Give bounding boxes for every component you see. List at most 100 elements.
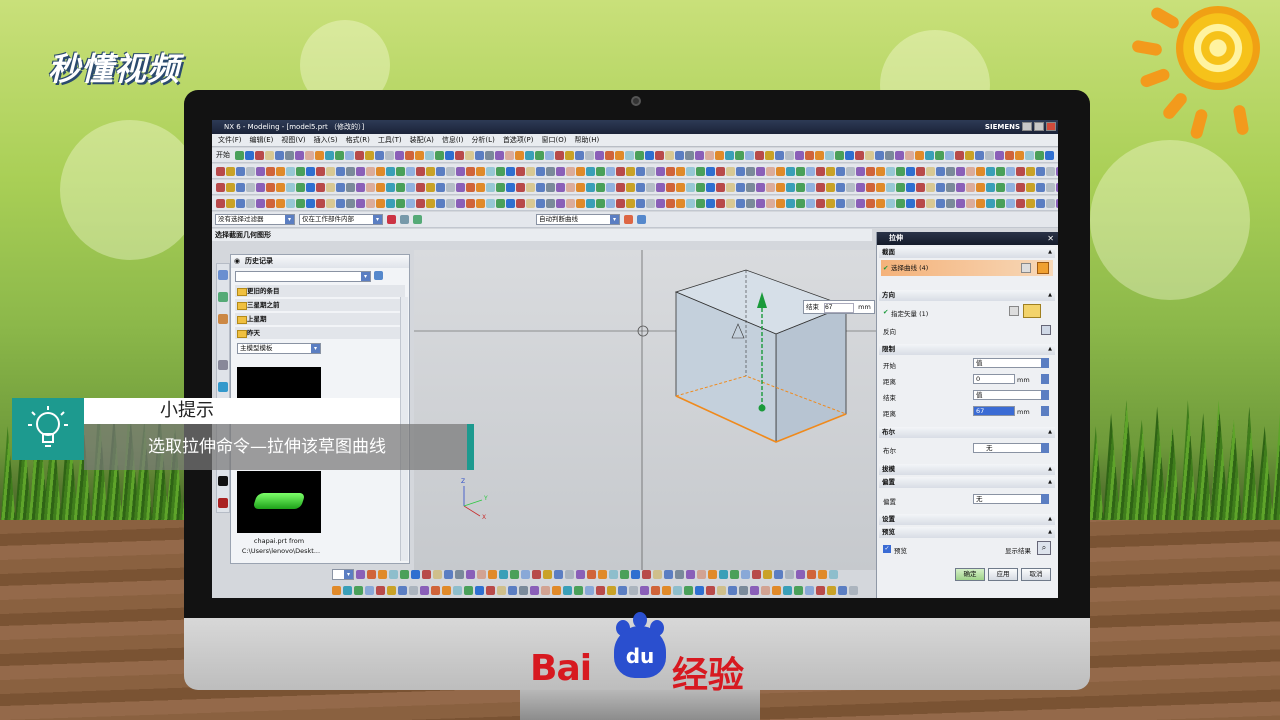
- toolbar-tool-icon[interactable]: [976, 166, 985, 176]
- toolbar-tool-icon[interactable]: [794, 586, 803, 595]
- toolbar-tool-icon[interactable]: [866, 182, 875, 192]
- toolbar-tool-icon[interactable]: [717, 586, 726, 595]
- toolbar-tool-icon[interactable]: [906, 198, 915, 208]
- toolbar-tool-icon[interactable]: [276, 166, 285, 176]
- toolbar-tool-icon[interactable]: [1036, 166, 1045, 176]
- specify-vector-row[interactable]: ✔ 指定矢量 (1): [883, 308, 928, 318]
- toolbar-tool-icon[interactable]: [386, 198, 395, 208]
- toolbar-tool-icon[interactable]: [905, 150, 914, 160]
- toolbar-tool-icon[interactable]: [555, 150, 564, 160]
- toolbar-tool-icon[interactable]: [886, 166, 895, 176]
- toolbar-tool-icon[interactable]: [653, 570, 662, 579]
- toolbar-tool-icon[interactable]: [807, 570, 816, 579]
- toolbar-tool-icon[interactable]: [885, 150, 894, 160]
- toolbar-tool-icon[interactable]: [552, 586, 561, 595]
- toolbar-tool-icon[interactable]: [256, 198, 265, 208]
- toolbar-tool-icon[interactable]: [1016, 198, 1025, 208]
- toolbar-tool-icon[interactable]: [265, 150, 274, 160]
- toolbar-tool-icon[interactable]: [925, 150, 934, 160]
- toolbar-tool-icon[interactable]: [705, 150, 714, 160]
- toolbar-tool-icon[interactable]: [246, 198, 255, 208]
- toolbar-tool-icon[interactable]: [276, 198, 285, 208]
- toolbar-tool-icon[interactable]: [1056, 198, 1058, 208]
- start-type-dropdown[interactable]: [1041, 358, 1049, 368]
- toolbar-tool-icon[interactable]: [752, 570, 761, 579]
- toolbar-tool-icon[interactable]: [496, 166, 505, 176]
- toolbar-tool-icon[interactable]: [664, 570, 673, 579]
- offset-dropdown[interactable]: [1041, 494, 1049, 504]
- toolbar-tool-icon[interactable]: [896, 166, 905, 176]
- toolbar-tool-icon[interactable]: [745, 150, 754, 160]
- toolbar-tool-icon[interactable]: [416, 166, 425, 176]
- view-combo[interactable]: [332, 569, 354, 580]
- toolbar-tool-icon[interactable]: [666, 166, 675, 176]
- web-browser-icon[interactable]: [218, 382, 228, 392]
- toolbar-tool-icon[interactable]: [975, 150, 984, 160]
- preview-checkbox[interactable]: ✓: [883, 545, 891, 553]
- toolbar-tool-icon[interactable]: [815, 150, 824, 160]
- toolbar-tool-icon[interactable]: [415, 150, 424, 160]
- toolbar-tool-icon[interactable]: [796, 182, 805, 192]
- toolbar-tool-icon[interactable]: [486, 166, 495, 176]
- toolbar-tool-icon[interactable]: [835, 150, 844, 160]
- graphics-viewport[interactable]: Z X Y 结束 mm: [414, 250, 876, 570]
- menu-file[interactable]: 文件(F): [218, 134, 242, 146]
- toolbar-tool-icon[interactable]: [926, 198, 935, 208]
- toolbar-tool-icon[interactable]: [616, 198, 625, 208]
- toolbar-tool-icon[interactable]: [726, 182, 735, 192]
- toolbar-tool-icon[interactable]: [576, 166, 585, 176]
- toolbar-tool-icon[interactable]: [766, 182, 775, 192]
- toolbar-tool-icon[interactable]: [235, 150, 244, 160]
- toolbar-tool-icon[interactable]: [1015, 150, 1024, 160]
- toolbar-tool-icon[interactable]: [356, 182, 365, 192]
- toolbar-tool-icon[interactable]: [756, 182, 765, 192]
- toolbar-tool-icon[interactable]: [596, 586, 605, 595]
- toolbar-tool-icon[interactable]: [686, 166, 695, 176]
- toolbar-tool-icon[interactable]: [636, 166, 645, 176]
- toolbar-tool-icon[interactable]: [236, 166, 245, 176]
- ok-button[interactable]: 确定: [955, 568, 985, 581]
- toolbar-tool-icon[interactable]: [596, 166, 605, 176]
- toolbar-tool-icon[interactable]: [316, 166, 325, 176]
- toolbar-tool-icon[interactable]: [532, 570, 541, 579]
- toolbar-tool-icon[interactable]: [336, 182, 345, 192]
- toolbar-tool-icon[interactable]: [1025, 150, 1034, 160]
- toolbar-tool-icon[interactable]: [366, 182, 375, 192]
- toolbar-tool-icon[interactable]: [476, 166, 485, 176]
- toolbar-tool-icon[interactable]: [466, 570, 475, 579]
- toolbar-tool-icon[interactable]: [275, 150, 284, 160]
- end-distance-input[interactable]: 67: [973, 406, 1015, 416]
- toolbar-tool-icon[interactable]: [741, 570, 750, 579]
- toolbar-tool-icon[interactable]: [565, 570, 574, 579]
- toolbar-tool-icon[interactable]: [456, 166, 465, 176]
- toolbar-tool-icon[interactable]: [575, 150, 584, 160]
- toolbar-tool-icon[interactable]: [651, 586, 660, 595]
- toolbar-tool-icon[interactable]: [367, 570, 376, 579]
- boolean-dropdown[interactable]: [1041, 443, 1049, 453]
- section-header-offset[interactable]: 偏置: [879, 477, 1055, 488]
- toolbar-tool-icon[interactable]: [455, 570, 464, 579]
- toolbar-tool-icon[interactable]: [426, 182, 435, 192]
- toolbar-tool-icon[interactable]: [846, 182, 855, 192]
- toolbar-tool-icon[interactable]: [296, 198, 305, 208]
- toolbar-tool-icon[interactable]: [606, 182, 615, 192]
- toolbar-tool-icon[interactable]: [566, 182, 575, 192]
- toolbar-tool-icon[interactable]: [296, 182, 305, 192]
- toolbar-tool-icon[interactable]: [726, 198, 735, 208]
- toolbar-tool-icon[interactable]: [605, 150, 614, 160]
- toolbar-tool-icon[interactable]: [255, 150, 264, 160]
- toolbar-tool-icon[interactable]: [346, 198, 355, 208]
- toolbar-tool-icon[interactable]: [398, 586, 407, 595]
- toolbar-tool-icon[interactable]: [936, 166, 945, 176]
- toolbar-tool-icon[interactable]: [530, 586, 539, 595]
- assembly-navigator-icon[interactable]: [218, 270, 228, 280]
- toolbar-tool-icon[interactable]: [585, 586, 594, 595]
- toolbar-tool-icon[interactable]: [1056, 182, 1058, 192]
- toolbar-tool-icon[interactable]: [226, 198, 235, 208]
- toolbar-tool-icon[interactable]: [936, 182, 945, 192]
- toolbar-tool-icon[interactable]: [735, 150, 744, 160]
- toolbar-tool-icon[interactable]: [506, 182, 515, 192]
- toolbar-tool-icon[interactable]: [818, 570, 827, 579]
- toolbar-tool-icon[interactable]: [985, 150, 994, 160]
- toolbar-tool-icon[interactable]: [986, 198, 995, 208]
